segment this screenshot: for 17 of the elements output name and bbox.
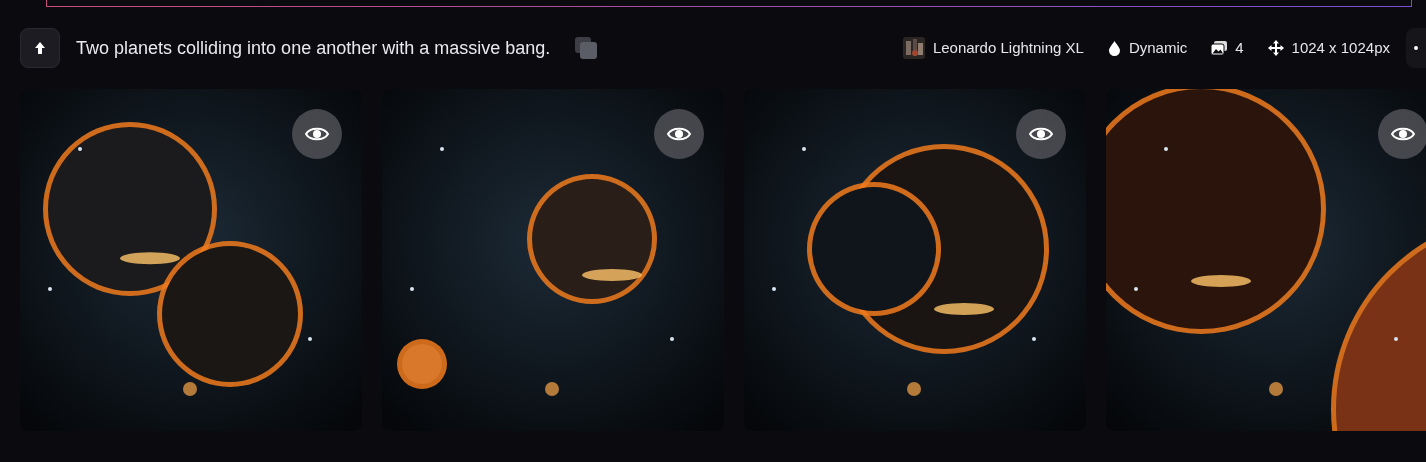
size-label: 1024 x 1024px: [1291, 37, 1390, 58]
arrow-up-icon: [34, 41, 46, 55]
model-label: Leonardo Lightning XL: [932, 37, 1084, 58]
move-icon: [1267, 40, 1284, 56]
droplet-icon: [1107, 40, 1121, 56]
copy-button[interactable]: [574, 35, 599, 61]
count-label: 4: [1235, 37, 1244, 58]
prompt-text: Two planets colliding into one another with a massive bang.: [76, 36, 551, 60]
eye-icon: [1029, 126, 1053, 142]
dot-icon: [1414, 46, 1418, 50]
eye-icon: [305, 126, 329, 142]
upload-button[interactable]: [20, 28, 60, 68]
eye-icon: [1391, 126, 1415, 142]
copy-icon: [574, 36, 599, 61]
style-label: Dynamic: [1128, 37, 1188, 58]
eye-icon: [667, 126, 691, 142]
images-icon: [1211, 41, 1228, 55]
